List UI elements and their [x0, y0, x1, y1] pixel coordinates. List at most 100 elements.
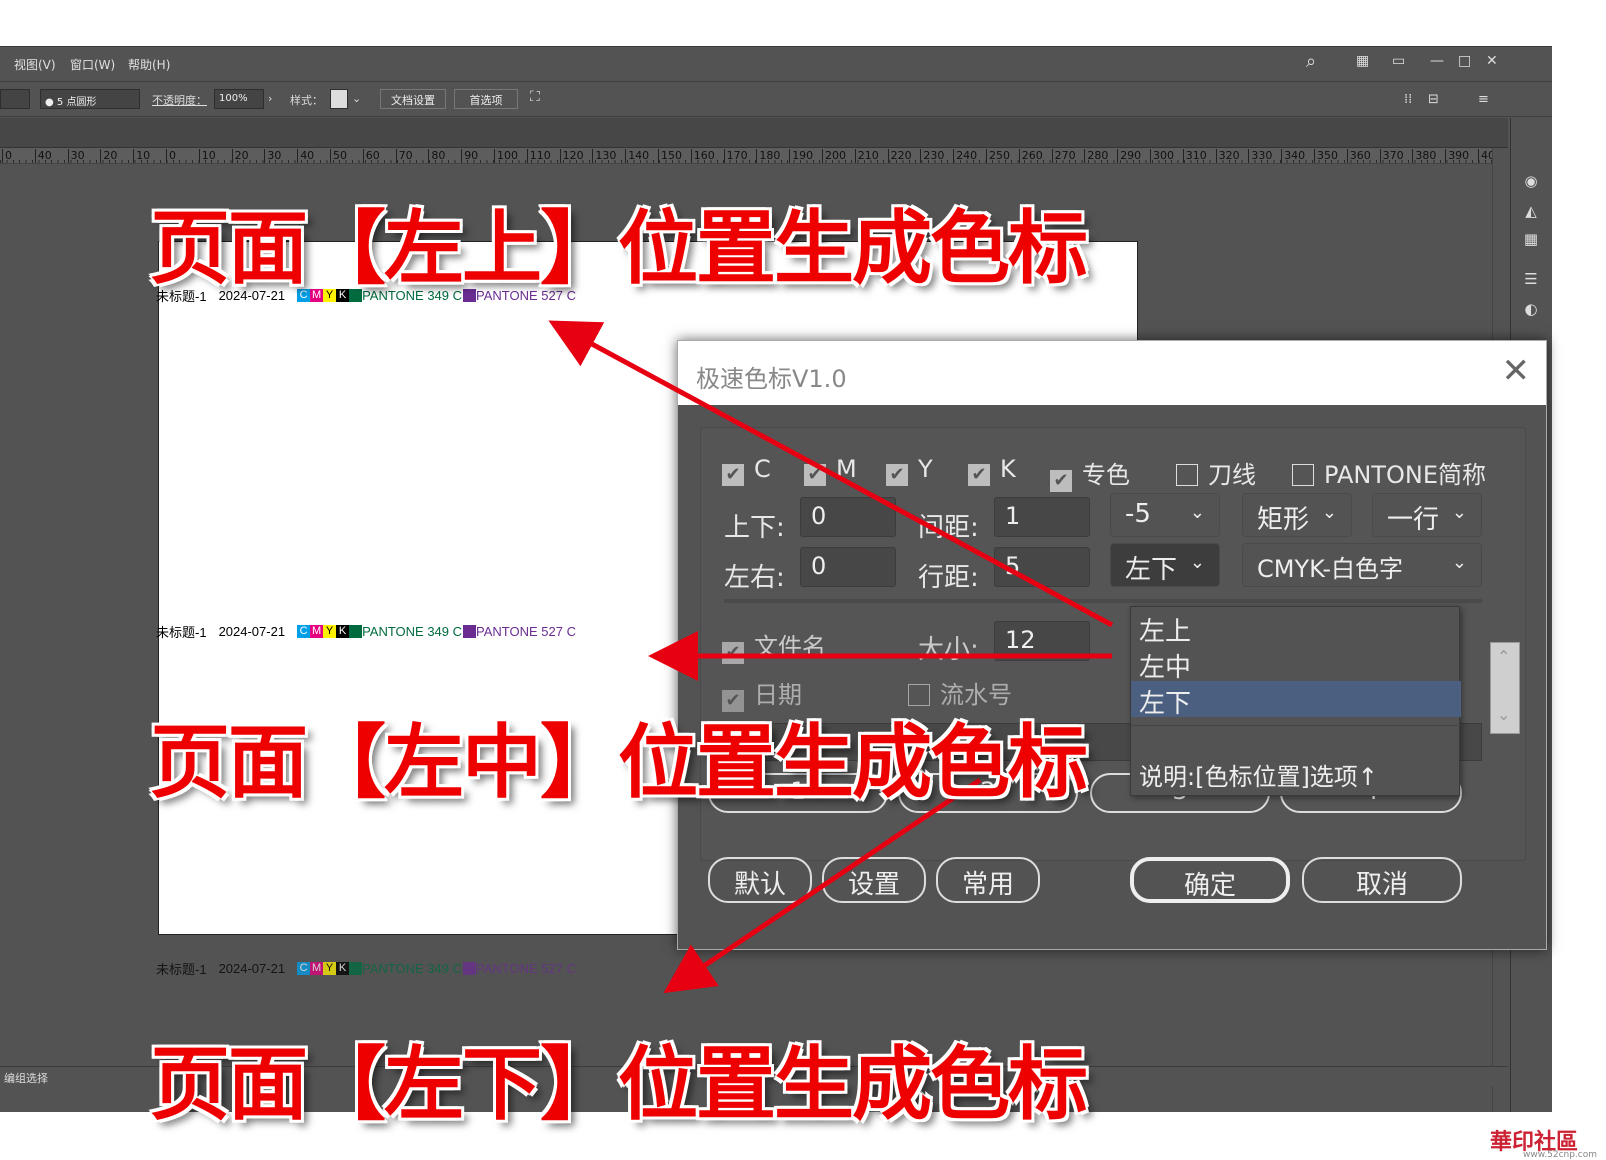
workspace-icon[interactable]: ▦: [1356, 53, 1369, 69]
dropdown-item-top-left[interactable]: 左上: [1131, 609, 1461, 647]
color-guide-icon[interactable]: ◉: [1521, 172, 1541, 190]
mark-yellow: Y: [323, 961, 337, 975]
ruler-tick-label: 340: [1281, 149, 1305, 163]
check-filename[interactable]: ✔ 文件名: [722, 627, 826, 664]
dropdown-item-bottom-left[interactable]: 左下: [1131, 681, 1461, 719]
offset-select[interactable]: -5 ⌄: [1110, 493, 1220, 537]
dropdown-item-middle-left[interactable]: 左中: [1131, 645, 1461, 683]
menu-view[interactable]: 视图(V): [14, 56, 56, 73]
size-input[interactable]: 12: [994, 621, 1090, 661]
check-m-label: M: [836, 455, 857, 483]
mark-date: 2024-07-21: [218, 960, 286, 976]
ruler-tick-label: 30: [67, 149, 85, 163]
updown-label: 上下:: [724, 513, 785, 543]
ruler-tick-label: 50: [330, 149, 347, 163]
offset-select-value: -5: [1125, 499, 1151, 529]
opacity-input[interactable]: 100%: [214, 89, 264, 109]
stroke-profile-select[interactable]: ● 5 点圆形: [40, 89, 140, 109]
menu-window[interactable]: 窗口(W): [70, 56, 115, 73]
ruler-tick-label: 150: [658, 149, 682, 163]
ruler-tick-label: 10: [133, 149, 150, 163]
search-icon[interactable]: ⌕: [1306, 51, 1316, 72]
ruler-tick-label: 220: [887, 149, 912, 163]
dialog-title: 极速色标V1.0: [696, 365, 847, 393]
rows-select[interactable]: 一行 ⌄: [1372, 493, 1482, 537]
default-button[interactable]: 默认: [708, 857, 812, 903]
transform-icon[interactable]: ⊟: [1428, 92, 1439, 107]
stroke-icon[interactable]: ☰: [1521, 270, 1541, 288]
preferences-button[interactable]: 首选项: [454, 89, 518, 109]
position-select[interactable]: 左下 ⌄: [1110, 543, 1220, 587]
check-k[interactable]: ✔ K: [968, 455, 1016, 486]
ruler-tick-label: 40: [34, 149, 52, 163]
fill-swatch[interactable]: [0, 89, 30, 109]
ruler-tick-label: 300: [1150, 149, 1174, 163]
ruler-tick-label: 40: [297, 149, 314, 163]
check-spot[interactable]: ✔ 专色: [1050, 455, 1130, 492]
check-m[interactable]: ✔ M: [804, 455, 857, 486]
scroll-down-icon[interactable]: ⌄: [1497, 705, 1510, 724]
panel-menu-icon[interactable]: ≡: [1478, 92, 1489, 107]
check-c[interactable]: ✔ C: [722, 455, 771, 486]
ruler-tick-label: 230: [920, 149, 944, 163]
ruler-tick-label: 60: [362, 149, 380, 163]
document-tab-strip: [0, 118, 1508, 148]
swatches-icon[interactable]: ▦: [1521, 230, 1541, 248]
appearance-icon[interactable]: ◐: [1521, 300, 1541, 318]
ruler-tick-label: 190: [789, 149, 813, 163]
check-pantone-short-label: PANTONE简称: [1324, 461, 1486, 489]
leftright-label: 左右:: [724, 563, 785, 593]
ruler-tick-label: 120: [559, 149, 584, 163]
arrange-icon[interactable]: ⛶: [530, 89, 540, 105]
cancel-button[interactable]: 取消: [1302, 857, 1462, 903]
spacing-input[interactable]: 1: [994, 497, 1090, 537]
checkbox-checked-icon: ✔: [968, 464, 990, 486]
settings-button[interactable]: 设置: [822, 857, 926, 903]
status-text: 编组选择: [4, 1072, 48, 1085]
annotation-top: 页面【左上】位置生成色标: [149, 201, 1090, 297]
linespace-input[interactable]: 5: [994, 547, 1090, 587]
align-icon[interactable]: ⁞⁞: [1404, 92, 1412, 107]
checkbox-checked-icon: ✔: [722, 642, 744, 664]
style-label: 样式：: [290, 94, 323, 107]
document-setup-button[interactable]: 文档设置: [380, 89, 446, 109]
horizontal-ruler[interactable]: 0 40 30 20 10 0 10 20 30 40 50 60 70 80 90 100 110 120 130…: [0, 148, 1508, 164]
maximize-button[interactable]: □: [1458, 53, 1471, 69]
check-dieline[interactable]: 刀线: [1176, 455, 1256, 490]
shape-select[interactable]: 矩形 ⌄: [1242, 493, 1352, 537]
panel-layout-icon[interactable]: ▭: [1392, 53, 1405, 69]
common-button[interactable]: 常用: [936, 857, 1040, 903]
style-swatch[interactable]: [330, 89, 348, 109]
checkbox-checked-icon: ✔: [1050, 470, 1072, 492]
gradient-icon[interactable]: ◭: [1521, 202, 1541, 220]
check-pantone-short[interactable]: PANTONE简称: [1292, 455, 1486, 490]
scroll-up-icon[interactable]: ⌃: [1497, 647, 1510, 666]
ruler-tick-label: 240: [953, 149, 977, 163]
check-y[interactable]: ✔ Y: [886, 455, 933, 486]
minimize-button[interactable]: —: [1430, 53, 1444, 69]
chevron-down-icon: ⌄: [1451, 502, 1467, 523]
mode-select[interactable]: CMYK-白色字 ⌄: [1242, 543, 1482, 587]
dialog-close-button[interactable]: ✕: [1502, 351, 1531, 391]
ruler-tick-label: 390: [1445, 149, 1469, 163]
menu-help[interactable]: 帮助(H): [128, 56, 170, 73]
spacing-label: 间距:: [918, 513, 979, 543]
close-window-button[interactable]: ✕: [1486, 53, 1498, 69]
opacity-label[interactable]: 不透明度：: [152, 92, 207, 108]
ruler-tick-label: 200: [822, 149, 846, 163]
updown-input[interactable]: 0: [800, 497, 896, 537]
style-dropdown-chevron-icon[interactable]: ⌄: [352, 92, 361, 105]
leftright-input[interactable]: 0: [800, 547, 896, 587]
mark-spot2-label: PANTONE 527 C: [476, 623, 576, 639]
check-c-label: C: [754, 455, 771, 483]
ruler-tick-label: 320: [1215, 149, 1240, 163]
ruler-tick-label: 70: [395, 149, 413, 163]
checkbox-empty-icon: [1292, 464, 1314, 486]
mark-spot1-swatch: [349, 961, 363, 975]
ruler-tick-label: 0: [166, 149, 176, 163]
ruler-tick-label: 110: [526, 149, 551, 163]
ok-button[interactable]: 确定: [1130, 857, 1290, 903]
opacity-chevron-icon[interactable]: ›: [268, 92, 272, 105]
chevron-down-icon: ⌄: [1321, 502, 1337, 523]
dropdown-scrollbar[interactable]: ⌃ ⌄: [1490, 642, 1520, 734]
